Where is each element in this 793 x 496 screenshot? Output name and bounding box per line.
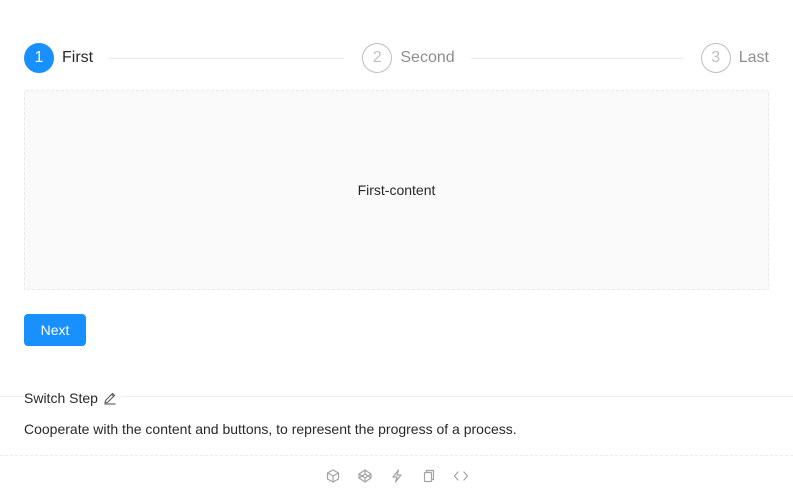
demo-title: Switch Step <box>24 388 121 408</box>
code-icon[interactable] <box>453 468 469 484</box>
edit-icon[interactable] <box>103 391 117 405</box>
step-number-2: 2 <box>362 43 393 73</box>
step-number-1: 1 <box>24 43 54 73</box>
steps-bar: 1 First 2 Second 3 Last <box>24 42 769 74</box>
steps-content-text: First-content <box>357 182 436 198</box>
step-first: 1 First <box>24 42 362 74</box>
step-title-second: Second <box>400 49 455 66</box>
copy-icon[interactable] <box>421 468 437 484</box>
codesandbox-icon[interactable] <box>325 468 341 484</box>
step-second: 2 Second <box>362 42 700 74</box>
code-actions <box>0 466 793 486</box>
thunderbolt-icon[interactable] <box>389 468 405 484</box>
demo-title-text: Switch Step <box>24 390 98 406</box>
actions-divider <box>0 455 793 456</box>
next-button[interactable]: Next <box>24 314 86 346</box>
step-title-last: Last <box>738 49 769 66</box>
steps-content-panel: First-content <box>24 90 769 290</box>
steps-demo: 1 First 2 Second 3 Last First-content Ne… <box>0 0 793 496</box>
step-title-first: First <box>62 49 94 66</box>
step-connector <box>109 57 345 59</box>
step-number-3: 3 <box>700 43 731 73</box>
codepen-icon[interactable] <box>357 468 373 484</box>
demo-description: Cooperate with the content and buttons, … <box>24 421 517 437</box>
step-connector <box>470 57 683 59</box>
step-last: 3 Last <box>700 42 769 74</box>
